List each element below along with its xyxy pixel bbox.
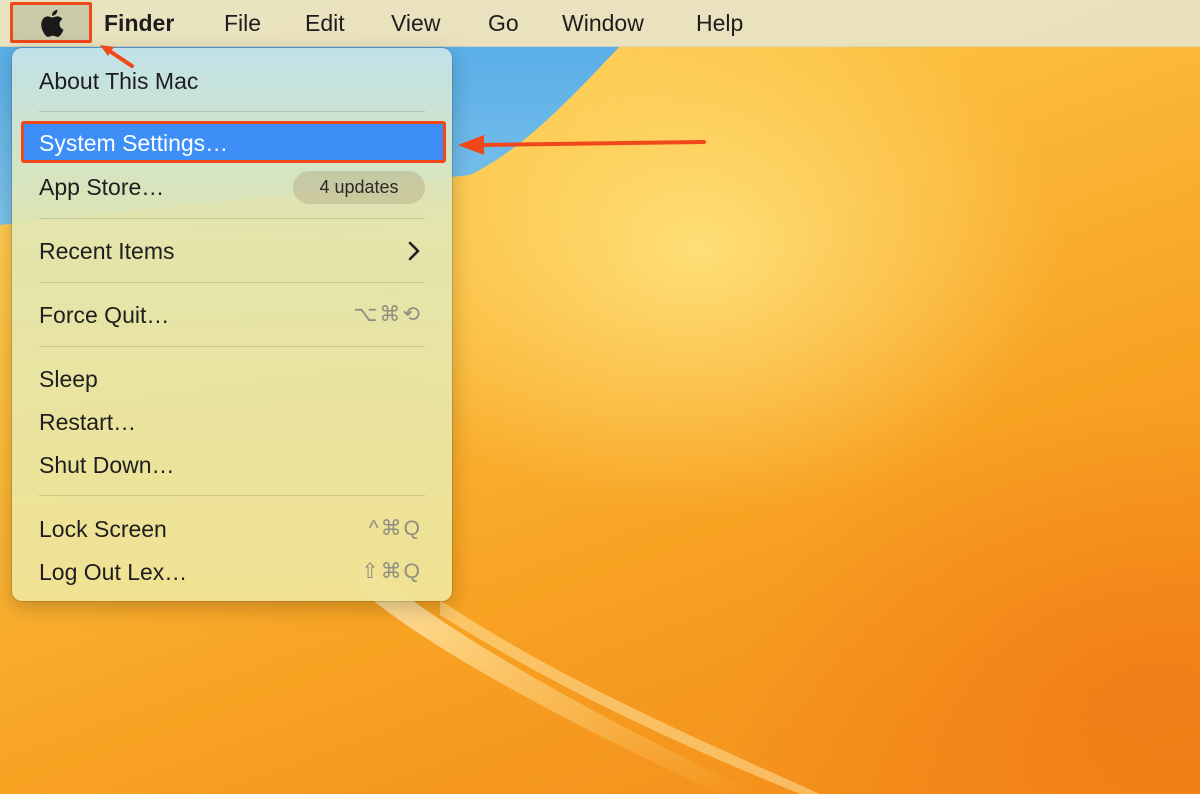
menu-separator [39,346,425,347]
menu-item-sleep[interactable]: Sleep [12,359,452,399]
menu-help[interactable]: Help [696,9,743,37]
menu-item-log-out[interactable]: Log Out Lex… ⇧⌘Q [12,552,452,592]
menu-item-label: Force Quit… [39,302,170,328]
menu-item-system-settings[interactable]: System Settings… [12,123,452,163]
apple-menu-button[interactable] [10,2,92,43]
menu-item-label: Recent Items [39,238,175,264]
menu-file[interactable]: File [224,9,261,37]
menu-window[interactable]: Window [562,9,644,37]
menu-item-label: Sleep [39,366,98,392]
menu-item-label: Shut Down… [39,452,175,478]
menu-finder[interactable]: Finder [104,9,174,37]
menu-separator [39,111,425,112]
menu-edit[interactable]: Edit [305,9,345,37]
menu-bar: Finder File Edit View Go Window Help [0,0,1200,47]
log-out-shortcut: ⇧⌘Q [361,560,422,583]
menu-item-lock-screen[interactable]: Lock Screen ^⌘Q [12,509,452,549]
lock-screen-shortcut: ^⌘Q [368,517,422,540]
chevron-right-icon [408,241,420,261]
menu-item-label: Restart… [39,409,137,435]
apple-dropdown-menu: About This Mac System Settings… App Stor… [12,48,452,601]
force-quit-shortcut: ⌥⌘⟲ [353,303,422,326]
menu-item-label: App Store… [39,174,165,200]
menu-separator [39,282,425,283]
menu-item-restart[interactable]: Restart… [12,402,452,442]
menu-item-label: Log Out Lex… [39,559,188,585]
apple-logo-icon [41,9,64,37]
menu-view[interactable]: View [391,9,440,37]
menu-item-recent-items[interactable]: Recent Items [12,231,452,271]
menu-item-force-quit[interactable]: Force Quit… ⌥⌘⟲ [12,295,452,335]
menu-separator [39,218,425,219]
menu-item-about-this-mac[interactable]: About This Mac [12,61,452,101]
menu-separator [39,495,425,496]
menu-go[interactable]: Go [488,9,519,37]
updates-badge: 4 updates [293,171,425,204]
menu-item-label: Lock Screen [39,516,167,542]
menu-item-shut-down[interactable]: Shut Down… [12,445,452,485]
menu-item-label: About This Mac [39,68,199,94]
menu-item-label: System Settings… [39,130,229,156]
